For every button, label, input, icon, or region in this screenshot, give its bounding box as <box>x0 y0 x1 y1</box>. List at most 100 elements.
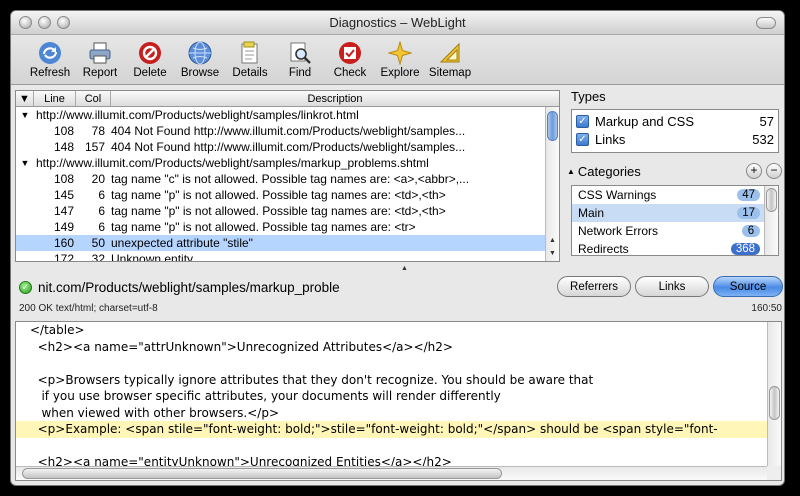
item-col: 6 <box>98 220 105 234</box>
problem-list[interactable]: ▼ Line Col Description ▼ http://www.illum… <box>15 90 560 262</box>
details-button[interactable]: Details <box>225 35 275 84</box>
categories-disclosure-icon[interactable]: ▲ <box>567 167 575 176</box>
list-header: ▼ Line Col Description <box>16 91 559 107</box>
current-url: nit.com/Products/weblight/samples/markup… <box>38 279 340 295</box>
item-col: 50 <box>91 236 105 250</box>
category-item[interactable]: Main 17 <box>572 204 778 222</box>
filter-pane: Types ✓ Markup and CSS 57 ✓ Links 532 ▲ … <box>567 87 784 265</box>
sparkle-icon <box>388 41 412 65</box>
source-horizontal-scrollbar[interactable] <box>16 466 767 480</box>
line-column-header[interactable]: Line <box>34 91 76 106</box>
links-checkbox[interactable]: ✓ <box>576 132 589 146</box>
source-line <box>16 438 781 455</box>
item-col: 32 <box>91 252 105 262</box>
col-column-header[interactable]: Col <box>76 91 111 106</box>
list-scroll-thumb[interactable] <box>547 111 558 141</box>
categories-list[interactable]: CSS Warnings 47 Main 17 Network Errors 6 Redir… <box>571 185 779 256</box>
categories-scroll-thumb[interactable] <box>766 188 777 212</box>
type-label: Links <box>595 131 626 147</box>
referrers-button[interactable]: Referrers <box>557 276 631 297</box>
list-item[interactable]: 172 32 Unknown entity <box>16 251 545 262</box>
source-button[interactable]: Source <box>713 276 783 297</box>
item-desc: tag name "p" is not allowed. Possible ta… <box>111 204 446 218</box>
source-view[interactable]: </table> <h2><a name="attrUnknown">Unrec… <box>15 321 782 481</box>
title-bar: Diagnostics – WebLight <box>11 11 784 35</box>
item-line: 172 <box>53 252 74 262</box>
scroll-up-arrow[interactable]: ▲ <box>546 234 559 247</box>
item-desc: 404 Not Found http://www.illumit.com/Pro… <box>111 124 466 138</box>
type-item-markup[interactable]: ✓ Markup and CSS 57 <box>576 112 774 130</box>
disclosure-triangle-icon[interactable]: ▼ <box>16 110 34 120</box>
list-item[interactable]: 148 157 404 Not Found http://www.illumit.c… <box>16 139 545 155</box>
find-button[interactable]: Find <box>275 35 325 84</box>
type-label: Markup and CSS <box>595 113 694 129</box>
markup-checkbox[interactable]: ✓ <box>576 114 589 128</box>
close-window-button[interactable] <box>19 16 32 29</box>
category-item[interactable]: Redirects 368 <box>572 240 778 256</box>
item-line: 108 <box>53 172 74 186</box>
resize-handle[interactable] <box>767 466 781 480</box>
source-line: <p>Browsers typically ignore attributes … <box>30 372 594 387</box>
category-label: Redirects <box>578 242 629 256</box>
sitemap-button[interactable]: Sitemap <box>425 35 475 84</box>
categories-scrollbar[interactable] <box>764 186 778 255</box>
add-category-button[interactable]: + <box>746 163 762 179</box>
browse-button[interactable]: Browse <box>175 35 225 84</box>
item-line: 148 <box>53 140 74 154</box>
list-item[interactable]: 147 6 tag name "p" is not allowed. Possibl… <box>16 203 545 219</box>
description-column-header[interactable]: Description <box>111 91 559 106</box>
types-list: ✓ Markup and CSS 57 ✓ Links 532 <box>571 109 779 153</box>
category-count-badge: 17 <box>737 207 760 219</box>
source-line: <p>Example: <span stile="font-weight: bo… <box>16 421 781 438</box>
pane-splitter[interactable]: ▲ <box>401 265 408 272</box>
category-count-badge: 368 <box>730 243 760 255</box>
find-label: Find <box>288 67 312 79</box>
item-desc: tag name "p" is not allowed. Possible ta… <box>111 188 446 202</box>
remove-category-button[interactable]: − <box>766 163 782 179</box>
category-item[interactable]: Network Errors 6 <box>572 222 778 240</box>
source-vscroll-thumb[interactable] <box>769 386 780 420</box>
list-item[interactable]: 108 78 404 Not Found http://www.illumit.co… <box>16 123 545 139</box>
minimize-window-button[interactable] <box>38 16 51 29</box>
item-col: 78 <box>91 124 105 138</box>
report-label: Report <box>82 67 118 79</box>
list-item[interactable]: 149 6 tag name "p" is not allowed. Possibl… <box>16 219 545 235</box>
status-line: 200 OK text/html; charset=utf-8 160:50 <box>19 303 782 317</box>
delete-icon <box>139 42 161 64</box>
source-line <box>16 355 781 372</box>
refresh-button[interactable]: Refresh <box>25 35 75 84</box>
zoom-window-button[interactable] <box>57 16 70 29</box>
category-count-badge: 47 <box>737 189 760 201</box>
list-item[interactable]: 145 6 tag name "p" is not allowed. Possibl… <box>16 187 545 203</box>
item-desc: tag name "p" is not allowed. Possible ta… <box>111 220 416 234</box>
list-rows: ▼ http://www.illumit.com/Products/webligh… <box>16 107 545 262</box>
list-vertical-scrollbar[interactable]: ▲ ▼ <box>545 107 559 261</box>
list-item[interactable]: 108 20 tag name "c" is not allowed. Possib… <box>16 171 545 187</box>
category-label: CSS Warnings <box>578 188 657 202</box>
categories-heading: Categories <box>577 163 641 179</box>
list-group-row[interactable]: ▼ http://www.illumit.com/Products/webligh… <box>16 107 545 123</box>
scroll-down-arrow[interactable]: ▼ <box>546 247 559 260</box>
item-col: 6 <box>98 204 105 218</box>
check-button[interactable]: Check <box>325 35 375 84</box>
delete-button[interactable]: Delete <box>125 35 175 84</box>
source-line: when viewed with other browsers.</p> <box>30 405 280 420</box>
disclosure-column-header[interactable]: ▼ <box>16 91 34 106</box>
item-desc: unexpected attribute "stile" <box>111 236 253 250</box>
source-line: </table> <box>30 323 85 337</box>
disclosure-triangle-icon[interactable]: ▼ <box>16 158 34 168</box>
explore-button[interactable]: Explore <box>375 35 425 84</box>
source-vertical-scrollbar[interactable] <box>767 322 781 466</box>
category-item[interactable]: CSS Warnings 47 <box>572 186 778 204</box>
check-icon <box>339 42 361 64</box>
status-ok-icon: ✓ <box>19 280 32 294</box>
report-button[interactable]: Report <box>75 35 125 84</box>
source-hscroll-thumb[interactable] <box>22 468 502 479</box>
links-button[interactable]: Links <box>635 276 709 297</box>
globe-icon <box>188 41 212 65</box>
type-item-links[interactable]: ✓ Links 532 <box>576 130 774 148</box>
source-line: <h2><a name="attrUnknown">Unrecognized A… <box>30 339 453 354</box>
list-item[interactable]: 160 50 unexpected attribute "stile" <box>16 235 545 251</box>
toolbar-toggle-button[interactable] <box>756 17 776 29</box>
list-group-row[interactable]: ▼ http://www.illumit.com/Products/webligh… <box>16 155 545 171</box>
